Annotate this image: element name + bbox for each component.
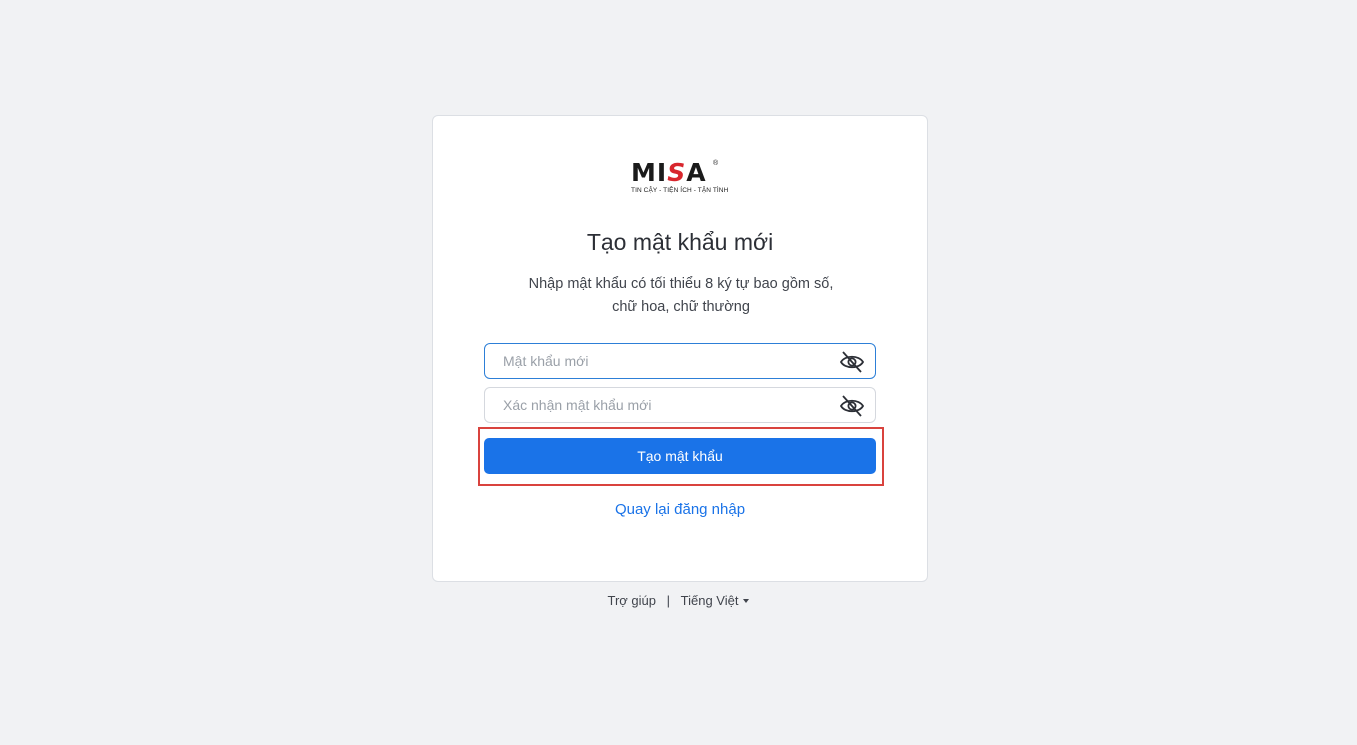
eye-off-icon[interactable] [839, 350, 865, 374]
logo-tagline: TIN CẬY - TIỆN ÍCH - TẬN TÌNH [631, 187, 729, 194]
misa-logo: MISA ® TIN CẬY - TIỆN ÍCH - TẬN TÌNH [631, 158, 728, 198]
reset-password-card: MISA ® TIN CẬY - TIỆN ÍCH - TẬN TÌNH Tạo… [432, 115, 928, 582]
new-password-field [484, 343, 876, 379]
eye-off-icon[interactable] [839, 394, 865, 418]
page-description: Nhập mật khẩu có tối thiểu 8 ký tự bao g… [503, 273, 859, 319]
confirm-password-field [484, 387, 876, 423]
logo-wordmark: MISA [631, 158, 707, 187]
page-title: Tạo mật khẩu mới [586, 229, 774, 255]
footer-separator: | [666, 592, 671, 608]
language-selector[interactable]: Tiếng Việt [681, 591, 750, 610]
caret-down-icon [743, 598, 750, 603]
language-label: Tiếng Việt [680, 592, 739, 608]
footer: Trợ giúp | Tiếng Việt [0, 591, 1357, 610]
confirm-password-input[interactable] [485, 388, 825, 422]
help-link[interactable]: Trợ giúp [608, 592, 657, 610]
new-password-input[interactable] [485, 344, 825, 378]
back-to-login-link[interactable]: Quay lại đăng nhập [433, 500, 927, 520]
description-line-1: Nhập mật khẩu có tối thiểu 8 ký tự bao g… [528, 276, 834, 292]
logo-registered-mark: ® [713, 160, 719, 167]
description-line-2: chữ hoa, chữ thường [612, 299, 750, 315]
create-password-button[interactable]: Tạo mật khẩu [484, 438, 876, 474]
